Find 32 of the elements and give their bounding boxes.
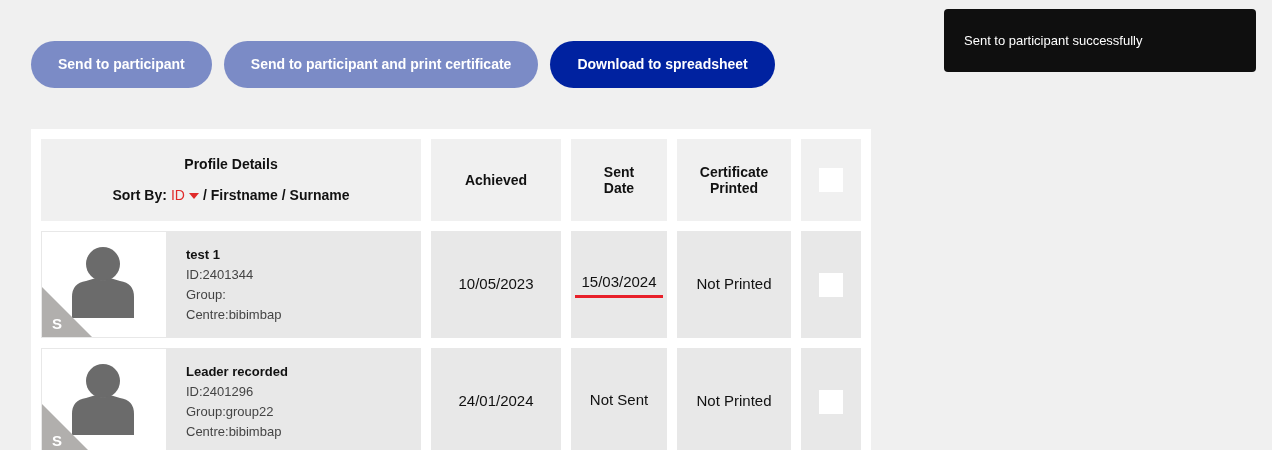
column-title: Profile Details — [184, 155, 278, 174]
toast-message: Sent to participant successfully — [964, 31, 1143, 50]
participant-name: Leader recorded — [186, 362, 288, 381]
sort-link[interactable]: ID — [170, 185, 185, 206]
column-title: Certificate Printed — [698, 164, 770, 196]
person-icon — [72, 247, 134, 318]
table-cell: Not Printed — [677, 348, 791, 450]
participant-name: test 1 — [186, 245, 221, 264]
table-cell: 10/05/2023 — [431, 231, 561, 338]
participant-id: ID:2401344 — [186, 265, 255, 284]
sort-down-icon — [188, 192, 199, 199]
sort-link[interactable]: Surname — [289, 185, 350, 206]
participant-centre: Centre:bibimbap — [186, 305, 282, 324]
action-button[interactable]: Download to spreadsheet — [550, 41, 775, 88]
sent-date: Not Sent — [589, 390, 649, 411]
separator: / — [281, 186, 286, 205]
avatar-initial: S — [52, 430, 62, 450]
table-cell: Not Printed — [677, 231, 791, 338]
avatar-initial: S — [52, 313, 62, 334]
corner-ribbon-icon — [42, 287, 92, 337]
person-icon — [72, 364, 134, 435]
participant-group: Group:group22 — [186, 401, 288, 422]
table-cell: 24/01/2024 — [431, 348, 561, 450]
sort-link[interactable]: Firstname — [210, 185, 278, 206]
column-title: Achieved — [464, 170, 528, 190]
column-title: Sent Date — [602, 164, 636, 196]
sent-date: 15/03/2024 — [575, 270, 663, 299]
sort-label: Sort By: — [112, 186, 167, 205]
participant-id: ID:2401296 — [186, 382, 255, 401]
participant-centre: Centre:bibimbap — [186, 422, 283, 441]
separator: / — [202, 186, 207, 205]
participant-group: Group: — [186, 284, 282, 305]
